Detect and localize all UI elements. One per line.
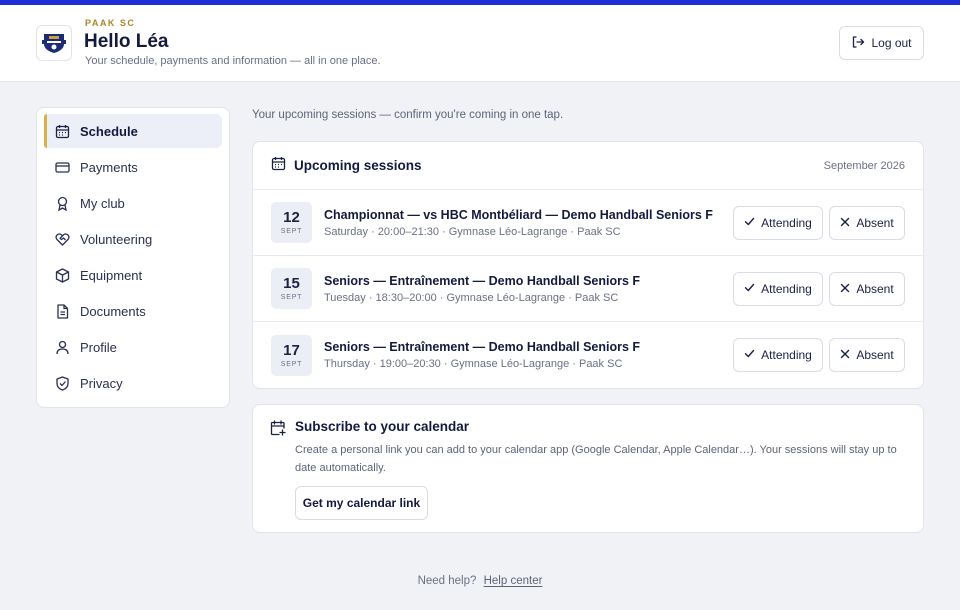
heart-handshake-icon (54, 231, 70, 247)
attending-button[interactable]: Attending (733, 271, 823, 306)
session-day: 15 (283, 275, 300, 292)
calendar-icon (54, 123, 70, 139)
close-icon (840, 348, 850, 362)
sidebar-item-label: Volunteering (80, 231, 153, 247)
sidebar-item-volunteering[interactable]: Volunteering (44, 222, 222, 256)
sessions-title: Upcoming sessions (294, 158, 422, 173)
sidebar-item-documents[interactable]: Documents (44, 294, 222, 328)
absent-button[interactable]: Absent (829, 271, 905, 306)
session-day: 12 (283, 209, 300, 226)
absent-button[interactable]: Absent (829, 205, 905, 240)
calendar-icon (271, 156, 286, 176)
check-icon (744, 216, 755, 230)
session-meta: Tuesday · 18:30–20:00 · Gymnase Léo-Lagr… (324, 291, 619, 304)
session-meta: Saturday · 20:00–21:30 · Gymnase Léo-Lag… (324, 225, 621, 238)
absent-label: Absent (856, 348, 894, 362)
attending-label: Attending (761, 348, 812, 362)
session-row: 17 SEPT Seniors — Entraînement — Demo Ha… (253, 322, 923, 388)
session-date: 12 SEPT (271, 202, 312, 243)
sidebar-item-label: Payments (80, 159, 138, 175)
sidebar-item-label: Schedule (80, 123, 138, 139)
intro-text: Your upcoming sessions — confirm you're … (252, 109, 564, 121)
credit-card-icon (54, 159, 70, 175)
session-name: Championnat — vs HBC Montbéliard — Demo … (324, 207, 713, 222)
document-icon (54, 303, 70, 319)
calendar-plus-icon (270, 420, 286, 441)
award-icon (54, 195, 70, 211)
sidebar-item-label: My club (80, 195, 125, 211)
page-subtitle: Your schedule, payments and information … (85, 55, 381, 67)
sidebar-item-payments[interactable]: Payments (44, 150, 222, 184)
session-row: 12 SEPT Championnat — vs HBC Montbéliard… (253, 190, 923, 256)
get-calendar-link-button[interactable]: Get my calendar link (295, 486, 428, 520)
sidebar-item-my-club[interactable]: My club (44, 186, 222, 220)
subscribe-title: Subscribe to your calendar (295, 419, 470, 434)
attending-button[interactable]: Attending (733, 338, 823, 372)
session-name: Seniors — Entraînement — Demo Handball S… (324, 340, 641, 354)
absent-button[interactable]: Absent (829, 338, 905, 372)
session-date: 15 SEPT (271, 268, 312, 309)
sessions-month: September 2026 (823, 159, 905, 172)
footer: Need help? Help center (0, 575, 960, 587)
logout-button[interactable]: Log out (839, 26, 924, 60)
sidebar-item-label: Documents (80, 303, 146, 319)
club-crest-icon (36, 25, 72, 61)
sidebar-nav: Schedule Payments My club Volunteering E… (36, 107, 230, 408)
session-month: SEPT (280, 228, 303, 235)
session-meta: Thursday · 19:00–20:30 · Gymnase Léo-Lag… (324, 358, 623, 370)
close-icon (840, 216, 850, 230)
session-name: Seniors — Entraînement — Demo Handball S… (324, 273, 641, 288)
help-text: Need help? (417, 575, 477, 587)
absent-label: Absent (856, 281, 894, 296)
sidebar-item-label: Profile (80, 339, 117, 355)
attending-label: Attending (761, 281, 812, 296)
subscribe-calendar-card: Subscribe to your calendar Create a pers… (252, 404, 924, 533)
box-icon (54, 267, 70, 283)
sidebar-item-equipment[interactable]: Equipment (44, 258, 222, 292)
sidebar-item-profile[interactable]: Profile (44, 330, 222, 364)
sidebar-item-label: Equipment (80, 267, 143, 283)
sidebar-item-schedule[interactable]: Schedule (44, 114, 222, 148)
absent-label: Absent (856, 215, 894, 230)
session-day: 17 (283, 341, 300, 359)
sidebar-item-privacy[interactable]: Privacy (44, 366, 222, 400)
check-icon (744, 348, 755, 362)
close-icon (840, 282, 850, 296)
club-name: PAAK SC (85, 18, 136, 28)
upcoming-sessions-card: Upcoming sessions September 2026 12 SEPT… (252, 141, 924, 389)
shield-icon (54, 375, 70, 391)
logout-label: Log out (871, 36, 912, 50)
help-center-link[interactable]: Help center (484, 575, 543, 587)
logout-icon (851, 35, 865, 52)
subscribe-description: Create a personal link you can add to yo… (295, 444, 897, 474)
sessions-header: Upcoming sessions September 2026 (253, 142, 923, 190)
session-month: SEPT (280, 360, 303, 368)
attending-button[interactable]: Attending (733, 205, 823, 240)
session-month: SEPT (280, 294, 303, 301)
attending-label: Attending (761, 215, 812, 230)
user-icon (54, 339, 70, 355)
sidebar-item-label: Privacy (80, 375, 123, 391)
session-row: 15 SEPT Seniors — Entraînement — Demo Ha… (253, 256, 923, 322)
page-header: PAAK SC Hello Léa Your schedule, payment… (0, 5, 960, 82)
page-title: Hello Léa (84, 31, 169, 52)
check-icon (744, 282, 755, 296)
session-date: 17 SEPT (271, 334, 312, 376)
